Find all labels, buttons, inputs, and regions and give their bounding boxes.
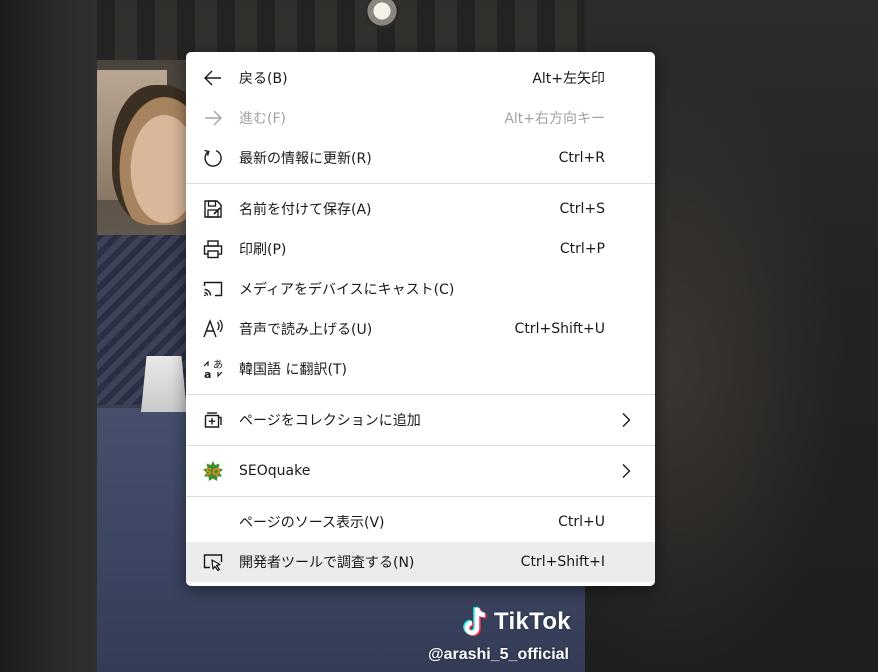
menu-item-label: 名前を付けて保存(A) [239, 202, 372, 218]
menu-item-label: 音声で読み上げる(U) [239, 322, 373, 338]
menu-item-print[interactable]: 印刷(P) Ctrl+P [186, 229, 655, 269]
tiktok-username: @arashi_5_official [428, 646, 569, 663]
menu-item-back[interactable]: 戻る(B) Alt+左矢印 [186, 58, 655, 98]
menu-item-read-aloud[interactable]: 音声で読み上げる(U) Ctrl+Shift+U [186, 309, 655, 349]
seoquake-icon: SQ [202, 460, 224, 482]
menu-item-label: 開発者ツールで調査する(N) [239, 555, 415, 571]
cast-icon [202, 278, 224, 300]
translate-icon: あ a [202, 358, 224, 380]
menu-item-view-source[interactable]: ページのソース表示(V) Ctrl+U [186, 502, 655, 542]
arrow-left-icon [202, 67, 224, 89]
menu-item-shortcut: Alt+右方向キー [504, 111, 605, 127]
tiktok-logo-icon [460, 606, 492, 640]
menu-item-refresh[interactable]: 最新の情報に更新(R) Ctrl+R [186, 138, 655, 178]
refresh-icon [202, 147, 224, 169]
svg-text:a: a [204, 368, 211, 380]
collections-icon [202, 409, 224, 431]
video-ceiling [97, 0, 585, 60]
menu-item-label: 進む(F) [239, 111, 286, 127]
menu-item-label: ページをコレクションに追加 [239, 413, 421, 429]
menu-item-inspect[interactable]: 開発者ツールで調査する(N) Ctrl+Shift+I [186, 542, 655, 582]
tiktok-brand: TikTok [494, 608, 571, 635]
menu-item-shortcut: Ctrl+Shift+U [514, 321, 605, 337]
menu-item-label: ページのソース表示(V) [239, 515, 385, 531]
menu-item-shortcut: Ctrl+P [559, 241, 605, 257]
chevron-right-icon [617, 462, 635, 480]
read-aloud-icon [202, 318, 224, 340]
menu-item-shortcut: Alt+左矢印 [532, 71, 605, 87]
menu-item-shortcut: Ctrl+Shift+I [520, 554, 605, 570]
background-left [0, 0, 97, 672]
save-icon [202, 198, 224, 220]
menu-separator [186, 496, 655, 497]
menu-item-label: 印刷(P) [239, 242, 287, 258]
menu-item-label: SEOquake [239, 463, 311, 479]
video-cup [141, 356, 187, 412]
menu-item-seoquake[interactable]: SQ SEOquake [186, 451, 655, 491]
menu-item-add-to-collections[interactable]: ページをコレクションに追加 [186, 400, 655, 440]
menu-item-forward[interactable]: 進む(F) Alt+右方向キー [186, 98, 655, 138]
context-menu: 戻る(B) Alt+左矢印 進む(F) Alt+右方向キー 最新の情報に更新(R… [186, 52, 655, 586]
chevron-right-icon [617, 411, 635, 429]
arrow-right-icon [202, 107, 224, 129]
menu-item-save-as[interactable]: 名前を付けて保存(A) Ctrl+S [186, 189, 655, 229]
menu-separator [186, 183, 655, 184]
menu-item-label: 韓国語 に翻訳(T) [239, 362, 347, 378]
menu-item-cast[interactable]: メディアをデバイスにキャスト(C) [186, 269, 655, 309]
menu-item-label: 最新の情報に更新(R) [239, 151, 372, 167]
menu-separator [186, 445, 655, 446]
menu-separator [186, 394, 655, 395]
menu-item-shortcut: Ctrl+U [558, 514, 605, 530]
menu-item-label: メディアをデバイスにキャスト(C) [239, 282, 455, 298]
print-icon [202, 238, 224, 260]
menu-item-label: 戻る(B) [239, 71, 288, 87]
inspect-icon [202, 551, 224, 573]
svg-text:あ: あ [213, 359, 223, 371]
menu-item-translate[interactable]: あ a 韓国語 に翻訳(T) [186, 349, 655, 389]
svg-text:SQ: SQ [205, 467, 220, 478]
menu-item-shortcut: Ctrl+R [558, 150, 605, 166]
menu-item-shortcut: Ctrl+S [559, 201, 605, 217]
